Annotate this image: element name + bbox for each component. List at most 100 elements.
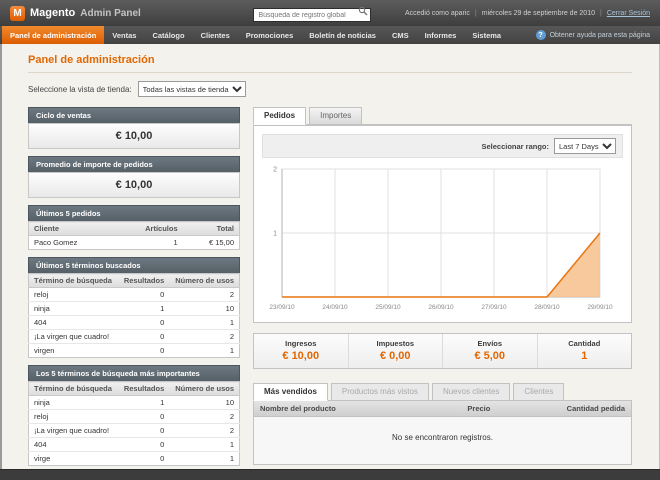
table-cell: 0 — [118, 423, 170, 438]
stat-tax: Impuestos € 0,00 — [347, 334, 443, 368]
table-cell: 404 — [28, 315, 119, 330]
stat-label: Impuestos — [376, 339, 414, 348]
table-cell: 0 — [118, 329, 170, 344]
chart-tabs: Pedidos Importes — [253, 107, 632, 125]
logo-text: Magento — [30, 7, 76, 19]
svg-text:23/09/10: 23/09/10 — [269, 304, 295, 311]
window-bottom-edge — [0, 469, 660, 480]
chart-box: Seleccionar rango: Last 7 Days 1 2 23/09/1… — [253, 125, 632, 323]
range-bar: Seleccionar rango: Last 7 Days — [262, 134, 623, 158]
tab-customers[interactable]: Clientes — [513, 383, 565, 401]
store-view-select[interactable]: Todas las vistas de tienda — [137, 81, 246, 97]
nav-item-reports[interactable]: Informes — [417, 26, 465, 44]
table-cell: virge — [34, 454, 51, 463]
column-header: Resultados — [118, 381, 170, 396]
nav-item-newsletter[interactable]: Boletín de noticias — [301, 26, 384, 44]
column-header: Precio — [461, 401, 530, 417]
tab-amounts[interactable]: Importes — [309, 107, 363, 125]
table-cell: 1 — [118, 395, 170, 410]
last-search-terms-panel: Últimos 5 términos buscados Término de b… — [28, 257, 240, 358]
page-help-link[interactable]: ? Obtener ayuda para esta página — [535, 26, 660, 44]
svg-text:1: 1 — [273, 231, 277, 238]
logged-in-text: Accedió como aparic — [404, 9, 470, 17]
table-cell: 0 — [118, 437, 170, 452]
column-header: Término de búsqueda — [28, 273, 119, 288]
help-label: Obtener ayuda para esta página — [549, 31, 650, 39]
average-orders-panel: Promedio de importe de pedidos € 10,00 — [28, 156, 240, 198]
tab-new-customers[interactable]: Nuevos clientes — [431, 383, 511, 401]
nav-item-customers[interactable]: Clientes — [193, 26, 238, 44]
table-cell: ¡La virgen que cuadro! — [28, 329, 119, 344]
separator: | — [474, 9, 477, 17]
tab-orders[interactable]: Pedidos — [253, 107, 307, 125]
svg-text:28/09/10: 28/09/10 — [534, 304, 560, 311]
nav-item-catalog[interactable]: Catálogo — [144, 26, 192, 44]
table-cell: 0 — [160, 454, 165, 463]
table-cell: 10 — [169, 395, 240, 410]
nav-item-dashboard[interactable]: Panel de administración — [2, 26, 105, 44]
table-cell: 0 — [118, 315, 170, 330]
last-orders-table: Cliente Artículos Total Paco Gomez 1 € 15,… — [28, 221, 240, 250]
top-header: M Magento Admin Panel Accedió como apari… — [0, 0, 660, 26]
global-search-area — [220, 4, 405, 23]
stat-value: € 10,00 — [282, 350, 320, 362]
average-orders-value: € 10,00 — [28, 172, 240, 198]
svg-text:29/09/10: 29/09/10 — [587, 304, 613, 311]
column-header: Nombre del producto — [253, 401, 462, 417]
table-cell: 2 — [169, 423, 240, 438]
svg-text:24/09/10: 24/09/10 — [322, 304, 348, 311]
store-view-label: Seleccione la vista de tienda: — [28, 84, 132, 94]
table-cell: 0 — [118, 409, 170, 424]
table-cell: 10 — [169, 301, 240, 316]
table-cell: 2 — [169, 287, 240, 302]
column-header: Cliente — [28, 221, 115, 236]
table-cell: ninja — [28, 395, 119, 410]
svg-text:2: 2 — [273, 167, 277, 174]
table-cell: 0 — [118, 287, 170, 302]
separator: | — [599, 9, 602, 17]
panel-title: Últimos 5 pedidos — [28, 205, 240, 221]
table-cell: 1 — [118, 301, 170, 316]
table-cell: € 15,00 — [208, 238, 234, 247]
last-orders-panel: Últimos 5 pedidos Cliente Artículos Tota… — [28, 205, 240, 250]
table-cell: 1 — [169, 437, 240, 452]
table-cell: 1 — [173, 238, 178, 247]
table-cell: 2 — [169, 409, 240, 424]
table-row: ¡La virgen que cuadro! 0 2 — [28, 423, 240, 438]
table-cell: reloj — [28, 287, 119, 302]
column-header: Cantidad pedida — [529, 401, 632, 417]
nav-item-sales[interactable]: Ventas — [104, 26, 144, 44]
orders-chart: 1 2 23/09/10 24/09/10 25/09/10 26/09/10 27/09/… — [254, 158, 631, 318]
column-header: Número de usos — [169, 381, 240, 396]
column-header: Resultados — [118, 273, 170, 288]
global-search-input[interactable] — [253, 8, 372, 23]
nav-item-promotions[interactable]: Promociones — [238, 26, 302, 44]
table-row: 404 0 1 — [28, 315, 240, 330]
svg-text:25/09/10: 25/09/10 — [375, 304, 401, 311]
table-row: reloj 0 2 — [28, 287, 240, 302]
logout-link[interactable]: Cerrar Sesión — [607, 10, 650, 17]
stat-revenue: Ingresos € 10,00 — [254, 334, 348, 368]
search-icon[interactable] — [358, 6, 368, 16]
table-cell: virgen — [34, 346, 55, 355]
table-row: virgen 0 1 — [29, 344, 240, 358]
nav-item-system[interactable]: Sistema — [464, 26, 509, 44]
tab-most-viewed[interactable]: Productos más vistos — [330, 383, 429, 401]
table-cell: ¡La virgen que cuadro! — [28, 423, 119, 438]
page-content: Panel de administración Seleccione la vi… — [0, 44, 660, 473]
top-search-terms-table: Término de búsqueda Resultados Número de… — [28, 381, 240, 466]
tab-bestsellers[interactable]: Más vendidos — [253, 383, 328, 401]
logo-subtitle: Admin Panel — [80, 7, 141, 19]
main-navigation: Panel de administración Ventas Catálogo … — [0, 26, 660, 44]
table-cell: Paco Gomez — [34, 238, 78, 247]
table-cell: 1 — [229, 454, 234, 463]
nav-item-cms[interactable]: CMS — [384, 26, 417, 44]
column-header: Número de usos — [169, 273, 240, 288]
panel-title: Últimos 5 términos buscados — [28, 257, 240, 273]
range-label: Seleccionar rango: — [481, 141, 549, 151]
stat-shipping: Envíos € 5,00 — [442, 334, 537, 368]
page-title: Panel de administración — [28, 54, 155, 66]
column-header: Término de búsqueda — [28, 381, 119, 396]
stat-value: € 5,00 — [474, 350, 506, 362]
range-select[interactable]: Last 7 Days — [554, 138, 616, 154]
